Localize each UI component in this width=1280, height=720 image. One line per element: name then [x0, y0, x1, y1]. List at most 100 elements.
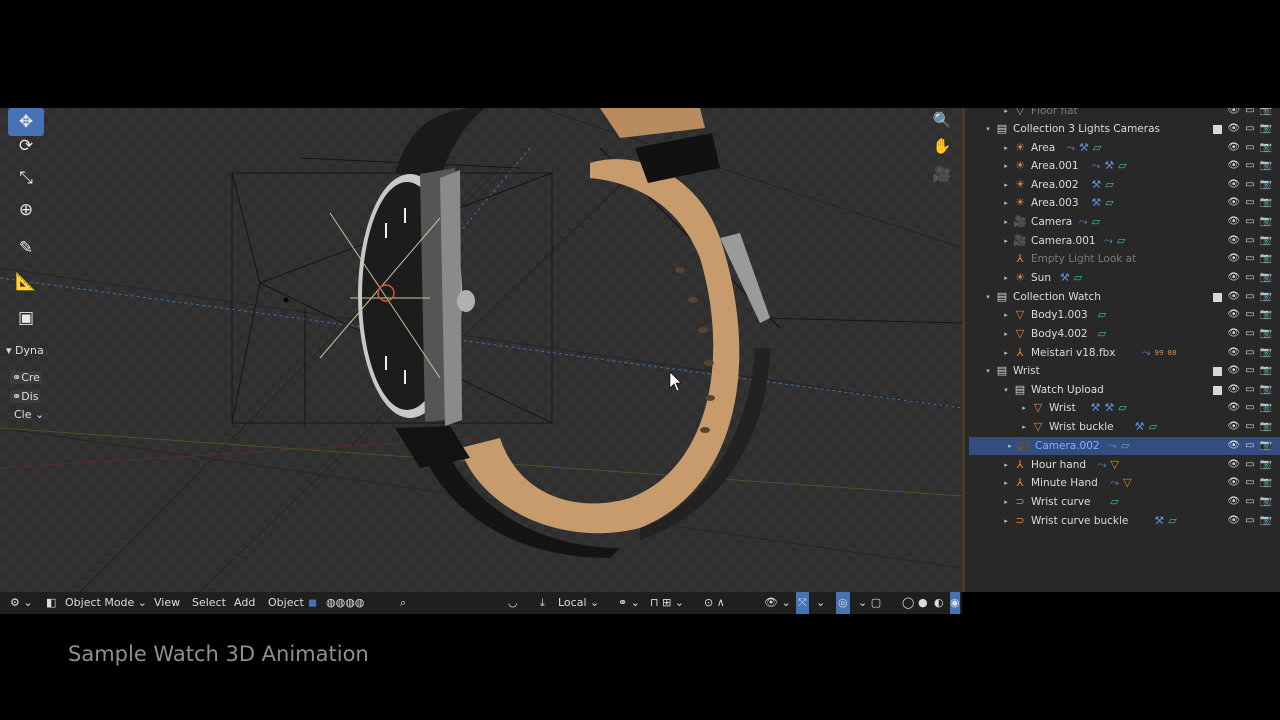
viewport-visibility-icon[interactable]: ▭	[1245, 474, 1254, 492]
constraint-icon[interactable]: ⤳	[1142, 344, 1151, 362]
object-data-icon[interactable]: ▱	[1117, 232, 1125, 250]
expand-arrow-icon[interactable]: ▸	[1001, 213, 1011, 231]
viewport-visibility-icon[interactable]: ▭	[1245, 157, 1254, 175]
render-visibility-icon[interactable]: 📷	[1260, 250, 1272, 268]
expand-arrow-icon[interactable]: ▸	[1001, 325, 1011, 343]
eye-icon[interactable]: 👁	[1227, 474, 1240, 492]
viewport-visibility-icon[interactable]: ▭	[1245, 213, 1254, 231]
constraint-icon[interactable]: ⤳	[1104, 232, 1113, 250]
constraint-icon[interactable]: ⤳	[1079, 213, 1088, 231]
viewport-visibility-icon[interactable]: ▭	[1245, 194, 1254, 212]
render-visibility-icon[interactable]: 📷	[1260, 456, 1272, 474]
expand-arrow-icon[interactable]: ▸	[1001, 344, 1011, 362]
expand-arrow-icon[interactable]: ▸	[1001, 269, 1011, 287]
editor-type-icon[interactable]: ⚙ ⌄	[10, 592, 33, 614]
dissolve-button[interactable]: ⚭Dis	[10, 390, 41, 403]
eye-icon[interactable]: 👁	[1227, 456, 1240, 474]
eye-icon[interactable]: 👁	[1227, 232, 1240, 250]
outliner-row[interactable]: ▾ ▤ Collection Watch 👁 ▭ 📷	[965, 288, 1280, 306]
scale-tool-icon[interactable]: ⤡	[8, 164, 44, 192]
modifier-icon[interactable]: ⚒	[1060, 269, 1070, 287]
render-visibility-icon[interactable]: 📷	[1260, 418, 1272, 436]
mesh-data-icon[interactable]: ▽	[1123, 474, 1131, 492]
render-visibility-icon[interactable]: 📷	[1260, 381, 1272, 399]
select-box-icon[interactable]: ◼	[308, 592, 317, 614]
create-button[interactable]: ⚭Cre	[10, 371, 42, 384]
outliner-row[interactable]: ▾ ▤ Watch Upload 👁 ▭ 📷	[965, 381, 1280, 399]
eye-icon[interactable]: 👁	[1227, 399, 1240, 417]
expand-arrow-icon[interactable]: ▸	[1001, 157, 1011, 175]
viewport-visibility-icon[interactable]: ▭	[1245, 269, 1254, 287]
proportional-edit-icon[interactable]: ⊙ ∧	[704, 592, 725, 614]
object-data-icon[interactable]: ▱	[1118, 399, 1126, 417]
object-data-icon[interactable]: ▱	[1118, 157, 1126, 175]
exclude-checkbox[interactable]	[1213, 292, 1223, 302]
modifier-icon[interactable]: ⚒	[1091, 399, 1101, 417]
object-data-icon[interactable]: ▱	[1105, 176, 1113, 194]
exclude-checkbox[interactable]	[1213, 124, 1223, 134]
eye-icon[interactable]: 👁	[1227, 194, 1240, 212]
eye-icon[interactable]: 👁	[1227, 418, 1240, 436]
modifier-icon[interactable]: ⚒	[1154, 512, 1164, 530]
viewport-visibility-icon[interactable]: ▭	[1245, 493, 1254, 511]
outliner-row[interactable]: ▸ ☀ Sun ⚒ ▱ 👁 ▭ 📷	[965, 269, 1280, 287]
outliner-row[interactable]: ▸ 🎥 Camera ⤳ ▱ 👁 ▭ 📷	[965, 213, 1280, 231]
render-visibility-icon[interactable]: 📷	[1260, 493, 1272, 511]
shading-material-icon[interactable]: ◐	[934, 592, 944, 614]
object-data-icon[interactable]: ▱	[1098, 325, 1106, 343]
eye-icon[interactable]: 👁	[1227, 250, 1240, 268]
render-visibility-icon[interactable]: 📷	[1260, 120, 1272, 138]
outliner-panel[interactable]: ▸ ▽ Floor flat 👁 ▭ 📷 ▾ ▤ Collection 3 Lights Cam…	[962, 108, 1280, 592]
shading-solid-icon[interactable]: ●	[918, 592, 928, 614]
outliner-row[interactable]: ▸ ⊃ Wrist curve buckle ⚒ ▱ 👁 ▭ 📷	[965, 512, 1280, 530]
camera-view-icon[interactable]: 🎥	[930, 162, 954, 186]
pan-hand-icon[interactable]: ✋	[930, 134, 954, 158]
shading-rendered-icon[interactable]: ◉	[950, 592, 960, 614]
object-data-icon[interactable]: ▱	[1110, 493, 1118, 511]
modifier-icon[interactable]: ⚒	[1135, 418, 1145, 436]
viewport-visibility-icon[interactable]: ▭	[1245, 381, 1254, 399]
object-data-icon[interactable]: ▱	[1098, 306, 1106, 324]
outliner-row[interactable]: ▸ ▽ Wrist ⚒ ⚒ ▱ 👁 ▭ 📷	[965, 399, 1280, 417]
expand-arrow-icon[interactable]: ▸	[1001, 108, 1011, 120]
shading-wireframe-icon[interactable]: ◯	[902, 592, 914, 614]
render-visibility-icon[interactable]: 📷	[1260, 437, 1272, 455]
eye-icon[interactable]: 👁	[1227, 213, 1240, 231]
expand-arrow-icon[interactable]: ▸	[1001, 306, 1011, 324]
select-menu[interactable]: Select	[192, 592, 226, 614]
expand-arrow-icon[interactable]: ▾	[1001, 381, 1011, 399]
viewport-visibility-icon[interactable]: ▭	[1245, 139, 1254, 157]
expand-arrow-icon[interactable]: ▸	[1019, 418, 1029, 436]
render-visibility-icon[interactable]: 📷	[1260, 108, 1272, 120]
eye-icon[interactable]: 👁	[1227, 269, 1240, 287]
outliner-row[interactable]: ▸ ⅄ Hour hand ⤳ ▽ 👁 ▭ 📷	[965, 456, 1280, 474]
eye-icon[interactable]: 👁	[1227, 381, 1240, 399]
eye-icon[interactable]: 👁	[1227, 157, 1240, 175]
modifier-icon[interactable]: ⚒	[1091, 194, 1101, 212]
viewport-visibility-icon[interactable]: ▭	[1245, 512, 1254, 530]
exclude-checkbox[interactable]	[1213, 366, 1223, 376]
outliner-row[interactable]: ▸ ⊃ Wrist curve ▱ 👁 ▭ 📷	[965, 493, 1280, 511]
add-cube-tool-icon[interactable]: ▣	[8, 304, 44, 332]
render-visibility-icon[interactable]: 📷	[1260, 232, 1272, 250]
measure-tool-icon[interactable]: 📐	[8, 268, 44, 296]
snap-icon[interactable]: ◡	[508, 592, 518, 614]
object-data-icon[interactable]: ▱	[1121, 437, 1129, 455]
add-menu[interactable]: Add	[234, 592, 255, 614]
eye-icon[interactable]: 👁	[1227, 306, 1240, 324]
object-data-icon[interactable]: ▱	[1168, 512, 1176, 530]
expand-arrow-icon[interactable]: ▸	[1001, 194, 1011, 212]
outliner-row[interactable]: ▸ ☀ Area.002 ⚒ ▱ 👁 ▭ 📷	[965, 176, 1280, 194]
object-mode-dropdown[interactable]: Object Mode ⌄	[65, 592, 147, 614]
viewport-visibility-icon[interactable]: ▭	[1245, 108, 1254, 120]
eye-icon[interactable]: 👁	[1227, 288, 1240, 306]
eye-icon[interactable]: 👁	[1227, 512, 1240, 530]
viewport-visibility-icon[interactable]: ▭	[1245, 344, 1254, 362]
render-visibility-icon[interactable]: 📷	[1260, 176, 1272, 194]
constraint-icon[interactable]: ⤳	[1098, 456, 1107, 474]
orientation-dropdown[interactable]: Local ⌄	[558, 592, 599, 614]
expand-arrow-icon[interactable]: ▸	[1019, 399, 1029, 417]
object-data-icon[interactable]: ▱	[1105, 194, 1113, 212]
viewport-visibility-icon[interactable]: ▭	[1245, 288, 1254, 306]
expand-arrow-icon[interactable]: ▸	[1005, 437, 1015, 455]
